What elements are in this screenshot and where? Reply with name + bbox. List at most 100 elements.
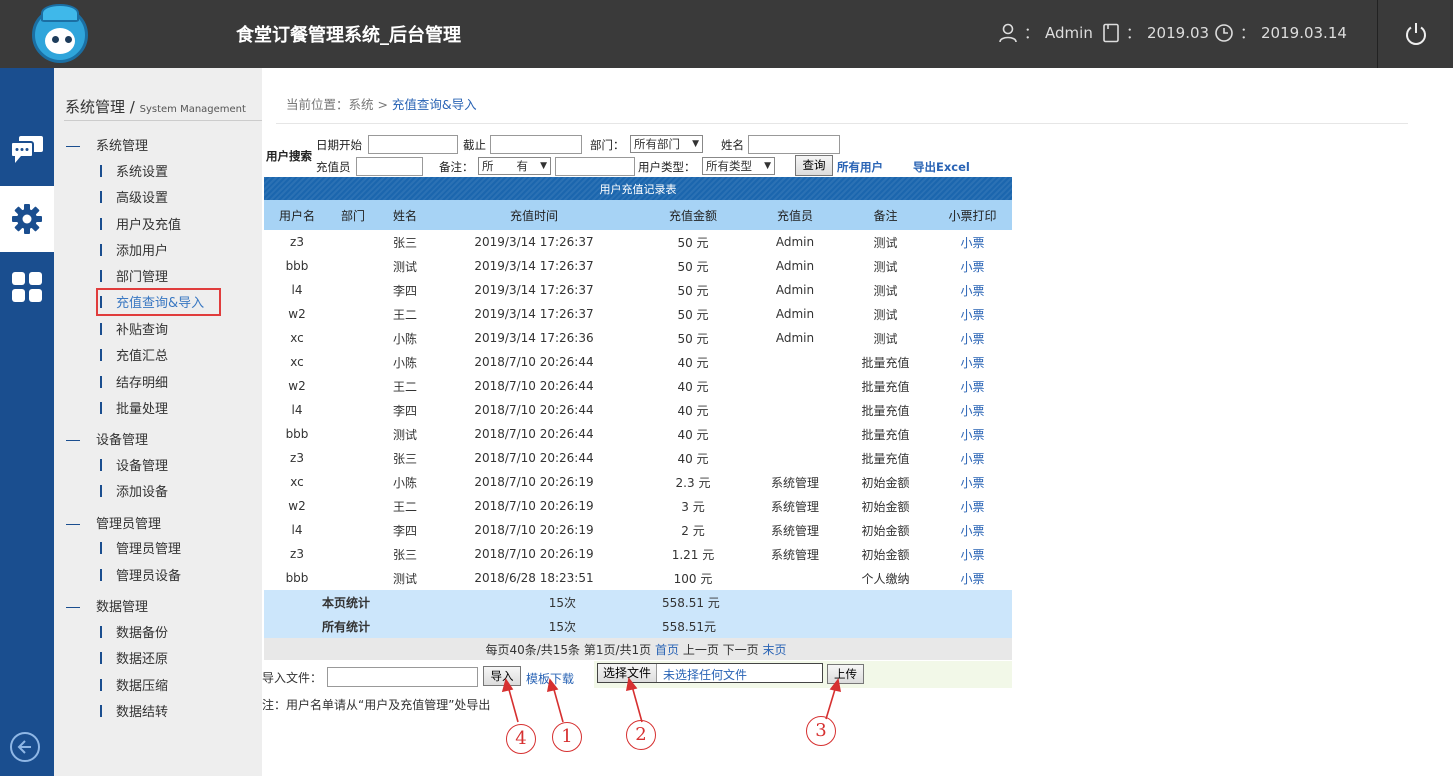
receipt-print-link[interactable]: 小票 bbox=[933, 518, 1012, 542]
annotation-1: 1 bbox=[552, 722, 582, 752]
import-file-input[interactable] bbox=[327, 667, 478, 687]
receipt-print-link[interactable]: 小票 bbox=[933, 398, 1012, 422]
all-users-link[interactable]: 所有用户 bbox=[837, 159, 883, 175]
cell-note: 批量充值 bbox=[861, 427, 910, 442]
breadcrumb-current[interactable]: 充值查询&导入 bbox=[392, 97, 477, 112]
cell-time: 2018/7/10 20:26:44 bbox=[474, 355, 594, 369]
cell-operator: 系统管理 bbox=[770, 523, 819, 538]
date-start-input[interactable] bbox=[368, 135, 458, 154]
note-input[interactable] bbox=[555, 157, 635, 176]
cell-dept bbox=[330, 470, 376, 494]
choose-file-button[interactable]: 选择文件 bbox=[598, 664, 658, 682]
dept-select[interactable]: 所有部门 ▼ bbox=[630, 135, 703, 153]
receipt-print-link[interactable]: 小票 bbox=[933, 350, 1012, 374]
sidebar-item-subsidy-query[interactable]: 补贴查询 bbox=[100, 319, 168, 338]
cell-username: l4 bbox=[291, 283, 303, 297]
sidebar: 系统管理 / System Management 系统管理 系统设置 高级设置 … bbox=[54, 68, 262, 776]
receipt-print-link[interactable]: 小票 bbox=[933, 446, 1012, 470]
sidebar-item-advanced-settings[interactable]: 高级设置 bbox=[100, 187, 168, 206]
top-header: 食堂订餐管理系统_后台管理 ： Admin ： 2019.03 ： 2019.0… bbox=[0, 0, 1453, 68]
cell-time: 2019/3/14 17:26:37 bbox=[474, 307, 594, 321]
cell-operator: Admin bbox=[775, 235, 815, 249]
note-label: 备注： bbox=[439, 160, 474, 174]
cell-name: 李四 bbox=[392, 403, 417, 418]
cell-time: 2018/6/28 18:23:51 bbox=[474, 571, 594, 585]
sidebar-item-add-device[interactable]: 添加设备 bbox=[100, 481, 168, 500]
receipt-print-link[interactable]: 小票 bbox=[933, 326, 1012, 350]
sidebar-group-data[interactable]: 数据管理 bbox=[66, 596, 148, 615]
table-row: w2 王二 2019/3/14 17:26:37 50 元 Admin 测试 小票 bbox=[264, 302, 1012, 326]
sidebar-group-system[interactable]: 系统管理 bbox=[66, 135, 148, 154]
receipt-print-link[interactable]: 小票 bbox=[933, 566, 1012, 590]
rail-apps[interactable] bbox=[0, 254, 54, 320]
col-header-name: 姓名 bbox=[376, 200, 434, 230]
import-button[interactable]: 导入 bbox=[483, 666, 521, 686]
sidebar-item-compress[interactable]: 数据压缩 bbox=[100, 675, 168, 694]
sidebar-item-backup[interactable]: 数据备份 bbox=[100, 622, 168, 641]
cell-time: 2018/7/10 20:26:19 bbox=[474, 475, 594, 489]
cell-time: 2018/7/10 20:26:44 bbox=[474, 451, 594, 465]
date-end-input[interactable] bbox=[490, 135, 582, 154]
cell-dept bbox=[330, 374, 376, 398]
pager-last[interactable]: 末页 bbox=[763, 643, 787, 657]
summary-label: 本页统计 bbox=[264, 590, 376, 614]
sidebar-item-users-recharge[interactable]: 用户及充值 bbox=[100, 214, 181, 233]
sidebar-item-batch[interactable]: 批量处理 bbox=[100, 398, 168, 417]
file-chooser[interactable]: 选择文件 未选择任何文件 bbox=[597, 663, 823, 683]
receipt-print-link[interactable]: 小票 bbox=[933, 302, 1012, 326]
sidebar-item-departments[interactable]: 部门管理 bbox=[100, 266, 168, 285]
back-icon bbox=[17, 740, 31, 754]
sidebar-item-system-settings[interactable]: 系统设置 bbox=[100, 161, 168, 180]
receipt-print-link[interactable]: 小票 bbox=[933, 278, 1012, 302]
cell-time: 2018/7/10 20:26:19 bbox=[474, 523, 594, 537]
date-start-label: 日期开始 bbox=[316, 138, 362, 152]
pager-next[interactable]: 下一页 bbox=[723, 643, 759, 657]
upload-button[interactable]: 上传 bbox=[827, 664, 864, 684]
pager-first[interactable]: 首页 bbox=[655, 643, 679, 657]
sidebar-item-balance-detail[interactable]: 结存明细 bbox=[100, 372, 168, 391]
table-row: l4 李四 2018/7/10 20:26:44 40 元 批量充值 小票 bbox=[264, 398, 1012, 422]
logout-button[interactable] bbox=[1377, 0, 1453, 68]
receipt-print-link[interactable]: 小票 bbox=[933, 230, 1012, 254]
receipt-print-link[interactable]: 小票 bbox=[933, 254, 1012, 278]
sidebar-item-recharge-summary[interactable]: 充值汇总 bbox=[100, 345, 168, 364]
receipt-print-link[interactable]: 小票 bbox=[933, 494, 1012, 518]
sidebar-group-devices[interactable]: 设备管理 bbox=[66, 429, 148, 448]
table-row: z3 张三 2019/3/14 17:26:37 50 元 Admin 测试 小票 bbox=[264, 230, 1012, 254]
name-input[interactable] bbox=[748, 135, 840, 154]
cell-operator bbox=[752, 446, 838, 470]
query-button[interactable]: 查询 bbox=[795, 155, 833, 176]
pager-row: 每页40条/共15条 第1页/共1页 首页 上一页 下一页 末页 bbox=[264, 638, 1012, 660]
sidebar-item-restore[interactable]: 数据还原 bbox=[100, 648, 168, 667]
table-row: xc 小陈 2018/7/10 20:26:44 40 元 批量充值 小票 bbox=[264, 350, 1012, 374]
cell-note: 个人缴纳 bbox=[861, 571, 910, 586]
sidebar-item-carryover[interactable]: 数据结转 bbox=[100, 701, 168, 720]
import-note: 注：用户名单请从“用户及充值管理”处导出 bbox=[262, 698, 491, 712]
note-select[interactable]: 所 有 ▼ bbox=[478, 157, 551, 175]
date-info: ： 2019.03.14 bbox=[1214, 22, 1347, 43]
rail-settings[interactable] bbox=[0, 186, 54, 252]
pager: 每页40条/共15条 第1页/共1页 首页 上一页 下一页 末页 bbox=[264, 638, 1012, 660]
summary-label: 所有统计 bbox=[264, 614, 376, 638]
sidebar-group-admins[interactable]: 管理员管理 bbox=[66, 513, 161, 532]
collapse-button[interactable] bbox=[10, 732, 40, 762]
sidebar-item-add-user[interactable]: 添加用户 bbox=[100, 240, 168, 259]
cell-username: w2 bbox=[288, 307, 306, 321]
export-excel-link[interactable]: 导出Excel bbox=[913, 159, 970, 175]
sidebar-item-device-manage[interactable]: 设备管理 bbox=[100, 455, 168, 474]
summary-row: 所有统计 15次 558.51元 bbox=[264, 614, 1012, 638]
sidebar-item-admin-devices[interactable]: 管理员设备 bbox=[100, 565, 181, 584]
receipt-print-link[interactable]: 小票 bbox=[933, 470, 1012, 494]
pager-prev[interactable]: 上一页 bbox=[683, 643, 719, 657]
receipt-print-link[interactable]: 小票 bbox=[933, 422, 1012, 446]
cell-operator: 系统管理 bbox=[770, 547, 819, 562]
sidebar-item-recharge-query[interactable]: 充值查询&导入 bbox=[95, 288, 222, 316]
rail-messages[interactable] bbox=[0, 116, 54, 182]
sidebar-item-admin-manage[interactable]: 管理员管理 bbox=[100, 538, 181, 557]
operator-input[interactable] bbox=[356, 157, 423, 176]
user-type-label: 用户类型： bbox=[638, 160, 696, 174]
receipt-print-link[interactable]: 小票 bbox=[933, 542, 1012, 566]
receipt-print-link[interactable]: 小票 bbox=[933, 374, 1012, 398]
template-download-link[interactable]: 模板下载 bbox=[526, 670, 574, 687]
user-type-select[interactable]: 所有类型 ▼ bbox=[702, 157, 775, 175]
